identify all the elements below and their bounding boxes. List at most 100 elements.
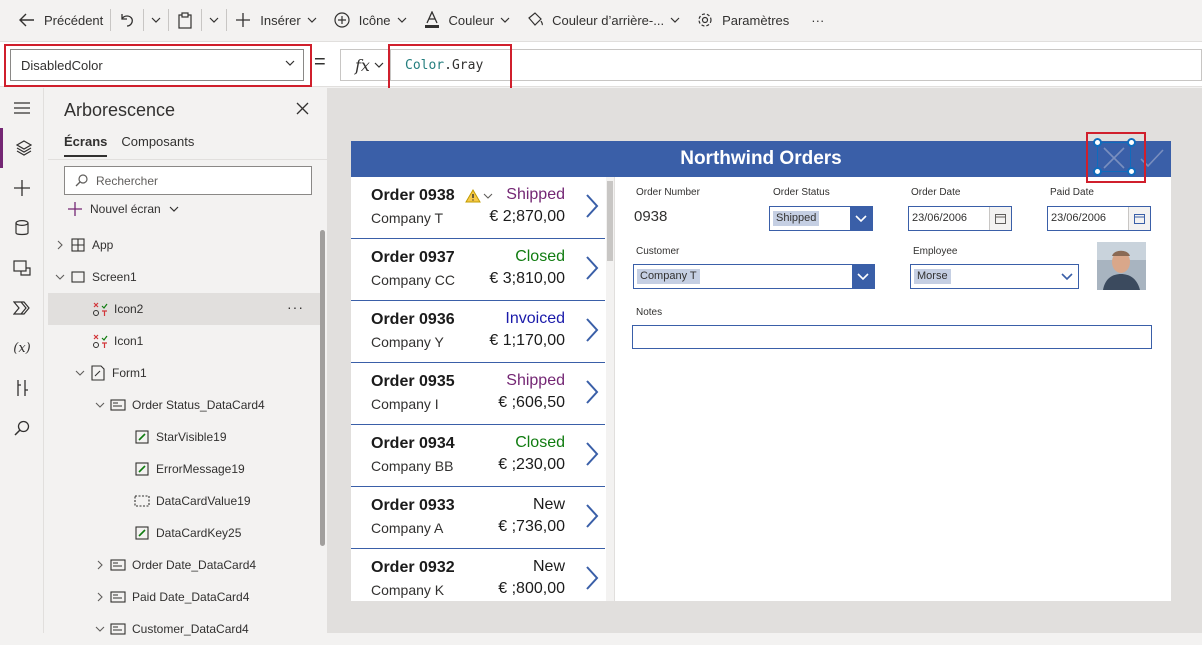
tree-item-paid-date-card[interactable]: Paid Date_DataCard4	[48, 581, 320, 613]
paid-date-picker[interactable]: 23/06/2006	[1047, 206, 1151, 231]
toolbar-divider	[143, 9, 145, 31]
customer-dropdown[interactable]: Company T	[633, 264, 875, 289]
edit-label-icon	[134, 461, 150, 477]
dropdown-value: Shipped	[773, 211, 820, 226]
settings-button[interactable]: Paramètres	[696, 0, 789, 40]
card-icon	[110, 557, 126, 573]
settings-label: Paramètres	[722, 12, 790, 28]
order-number-value: 0938	[634, 208, 668, 225]
search-placeholder: Rechercher	[96, 173, 159, 188]
order-status-dropdown[interactable]: Shipped	[769, 206, 873, 231]
tree-item-starvisible19[interactable]: StarVisible19	[48, 421, 320, 453]
clipboard-icon	[176, 11, 194, 29]
insert-label: Insérer	[260, 12, 301, 28]
insert-rail-button[interactable]	[0, 168, 44, 208]
tree-item-datacardkey25[interactable]: DataCardKey25	[48, 517, 320, 549]
card-icon	[110, 589, 126, 605]
tree-scrollbar[interactable]	[320, 230, 325, 546]
chevron-down-icon	[94, 402, 106, 408]
paste-button[interactable]	[176, 0, 194, 40]
warning-icon[interactable]	[465, 189, 481, 203]
tree-item-form1[interactable]: Form1	[48, 357, 320, 389]
toolbar-divider	[201, 9, 203, 31]
chevron-right-icon[interactable]	[585, 503, 599, 529]
calendar-icon[interactable]	[1128, 207, 1150, 230]
data-button[interactable]	[0, 208, 44, 248]
order-status: Closed	[515, 248, 565, 265]
tab-divider	[48, 159, 327, 160]
order-date-picker[interactable]: 23/06/2006	[908, 206, 1012, 231]
order-number: Order 0933	[371, 497, 455, 514]
chevron-right-icon[interactable]	[585, 379, 599, 405]
gallery-item[interactable]: Order 0932 Company K New € ;800,00	[351, 549, 605, 601]
icon-control-icon	[92, 301, 108, 317]
fx-label: fx	[355, 55, 370, 75]
tree-view-button[interactable]	[0, 128, 44, 168]
tree-item-icon1[interactable]: Icon1	[48, 325, 320, 357]
tree-item-customer-card[interactable]: Customer_DataCard4	[48, 613, 320, 645]
new-screen-button[interactable]: Nouvel écran	[68, 202, 179, 216]
tree-item-label: Paid Date_DataCard4	[132, 590, 250, 604]
order-status: Closed	[515, 434, 565, 451]
gallery-item[interactable]: Order 0933 Company A New € ;736,00	[351, 487, 605, 549]
tree-item-app[interactable]: App	[48, 229, 320, 261]
search-rail-button[interactable]	[0, 408, 44, 448]
dropdown-value: Morse	[914, 269, 951, 284]
chevron-right-icon[interactable]	[585, 317, 599, 343]
employee-label: Employee	[913, 246, 958, 257]
back-button[interactable]: Précédent	[18, 0, 103, 40]
tree-item-screen1[interactable]: Screen1	[48, 261, 320, 293]
tree-item-icon2[interactable]: Icon2 ···	[48, 293, 320, 325]
gallery-item[interactable]: Order 0938 Company T Shipped € 2;870,00	[351, 177, 605, 239]
media-button[interactable]	[0, 248, 44, 288]
undo-dropdown[interactable]	[151, 0, 161, 40]
order-amount: € 2;870,00	[489, 208, 565, 225]
calendar-icon[interactable]	[989, 207, 1011, 230]
gallery-item[interactable]: Order 0936 Company Y Invoiced € 1;170,00	[351, 301, 605, 363]
chevron-right-icon[interactable]	[585, 193, 599, 219]
chevron-right-icon[interactable]	[585, 255, 599, 281]
tree-item-order-date-card[interactable]: Order Date_DataCard4	[48, 549, 320, 581]
fill-button[interactable]: Couleur d’arrière-...	[526, 0, 680, 40]
add-circle-icon	[333, 11, 351, 29]
order-number: Order 0934	[371, 435, 455, 452]
tab-components[interactable]: Composants	[121, 134, 194, 157]
paste-dropdown[interactable]	[209, 0, 219, 40]
gallery-item[interactable]: Order 0935 Company I Shipped € ;606,50	[351, 363, 605, 425]
undo-button[interactable]	[118, 0, 136, 40]
search-icon	[75, 174, 88, 187]
hamburger-button[interactable]	[0, 88, 44, 128]
chevron-right-icon[interactable]	[585, 441, 599, 467]
variables-button[interactable]: (x)	[0, 328, 44, 368]
color-button[interactable]: Couleur	[423, 0, 511, 40]
tree-item-label: App	[92, 238, 114, 252]
customer-label: Customer	[636, 246, 680, 257]
chevron-right-icon[interactable]	[585, 565, 599, 591]
power-automate-button[interactable]	[0, 288, 44, 328]
more-options-button[interactable]: ···	[287, 299, 304, 315]
tree-tabs: Écrans Composants	[64, 134, 194, 157]
employee-dropdown[interactable]: Morse	[910, 264, 1079, 289]
gallery-item[interactable]: Order 0937 Company CC Closed € 3;810,00	[351, 239, 605, 301]
close-button[interactable]	[296, 102, 309, 115]
fx-button[interactable]: fx	[340, 49, 390, 81]
insert-button[interactable]: Insérer	[234, 0, 317, 40]
icon-button[interactable]: Icône	[333, 0, 407, 40]
tools-button[interactable]	[0, 368, 44, 408]
tree-item-errormessage19[interactable]: ErrorMessage19	[48, 453, 320, 485]
chevron-right-icon	[94, 592, 106, 602]
tree-item-label: DataCardKey25	[156, 526, 242, 540]
toolbar-divider	[226, 9, 228, 31]
scrollbar-thumb[interactable]	[607, 181, 613, 261]
tree-item-order-status-card[interactable]: Order Status_DataCard4	[48, 389, 320, 421]
more-button[interactable]: ···	[811, 0, 824, 40]
tree-item-datacardvalue19[interactable]: DataCardValue19	[48, 485, 320, 517]
gallery-item[interactable]: Order 0934 Company BB Closed € ;230,00	[351, 425, 605, 487]
notes-input[interactable]	[632, 325, 1152, 349]
paid-date-label: Paid Date	[1050, 187, 1094, 198]
order-number: Order 0935	[371, 373, 455, 390]
search-input[interactable]: Rechercher	[64, 166, 312, 195]
company-name: Company A	[371, 520, 444, 536]
tab-screens[interactable]: Écrans	[64, 134, 108, 157]
gallery-scrollbar[interactable]	[606, 177, 614, 601]
